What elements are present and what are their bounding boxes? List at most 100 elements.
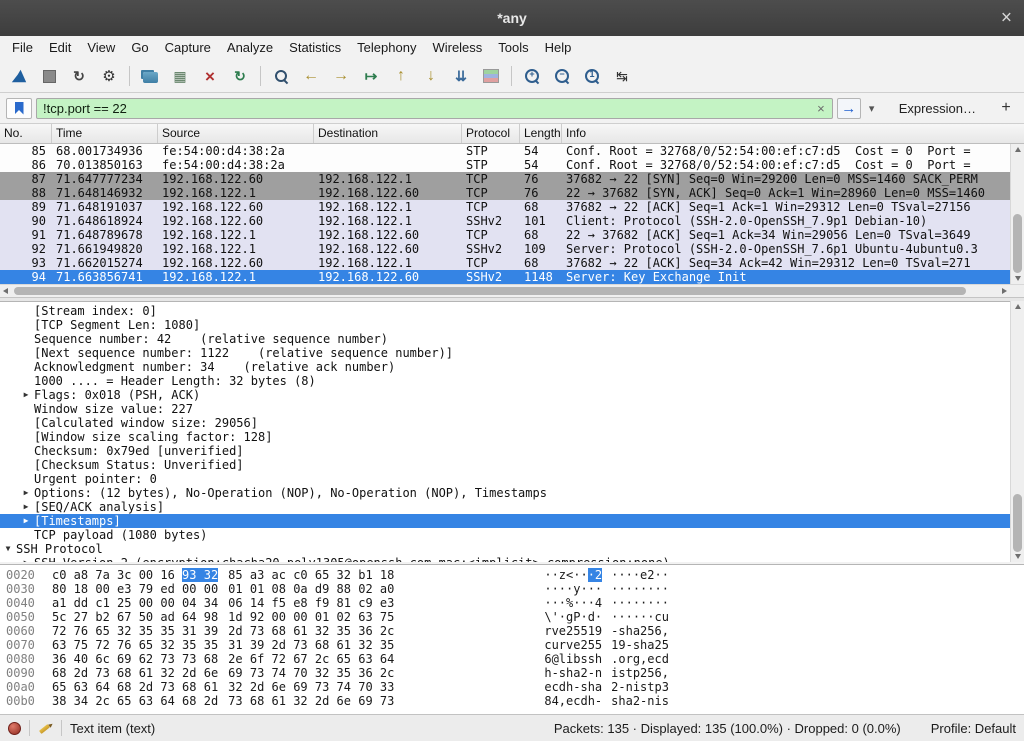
scroll-down-icon[interactable]: [1015, 554, 1021, 559]
zoom-out-button[interactable]: [548, 63, 576, 89]
details-vertical-scrollbar[interactable]: [1010, 301, 1024, 562]
go-to-packet-button[interactable]: [357, 63, 385, 89]
stop-capture-button[interactable]: [35, 63, 63, 89]
go-back-button[interactable]: [297, 63, 325, 89]
detail-line[interactable]: ▶SSH Version 2 (encryption:chacha20-poly…: [0, 556, 1010, 562]
packet-row[interactable]: 8771.647777234192.168.122.60192.168.122.…: [0, 172, 1010, 186]
detail-line[interactable]: ▶[SEQ/ACK analysis]: [0, 500, 1010, 514]
menu-view[interactable]: View: [79, 36, 123, 60]
detail-line[interactable]: Acknowledgment number: 34 (relative ack …: [0, 360, 1010, 374]
detail-line[interactable]: ▶[Timestamps]: [0, 514, 1010, 528]
scrollbar-thumb[interactable]: [1013, 494, 1022, 551]
zoom-in-button[interactable]: [518, 63, 546, 89]
menu-go[interactable]: Go: [123, 36, 156, 60]
menu-file[interactable]: File: [4, 36, 41, 60]
packet-row[interactable]: 9371.662015274192.168.122.60192.168.122.…: [0, 256, 1010, 270]
filter-clear-icon[interactable]: ×: [810, 101, 832, 116]
add-filter-button[interactable]: +: [994, 99, 1018, 117]
detail-line[interactable]: [Stream index: 0]: [0, 304, 1010, 318]
hex-row[interactable]: 00a065 63 64 68 2d 73 68 6132 2d 6e 69 7…: [6, 680, 1024, 694]
find-packet-button[interactable]: [267, 63, 295, 89]
column-header-no[interactable]: No.: [0, 124, 52, 143]
save-file-button[interactable]: [166, 63, 194, 89]
capture-options-button[interactable]: [95, 63, 123, 89]
packet-row[interactable]: 9271.661949820192.168.122.1192.168.122.6…: [0, 242, 1010, 256]
menu-telephony[interactable]: Telephony: [349, 36, 424, 60]
hex-row[interactable]: 0040a1 dd c1 25 00 00 04 3406 14 f5 e8 f…: [6, 596, 1024, 610]
chevron-right-icon[interactable]: ▶: [18, 500, 34, 514]
detail-line[interactable]: Checksum: 0x79ed [unverified]: [0, 444, 1010, 458]
close-icon[interactable]: ×: [1001, 9, 1012, 28]
packet-row[interactable]: 9471.663856741192.168.122.1192.168.122.6…: [0, 270, 1010, 284]
open-file-button[interactable]: [136, 63, 164, 89]
hex-row[interactable]: 0020c0 a8 7a 3c 00 16 93 3285 a3 ac c0 6…: [6, 568, 1024, 582]
detail-line[interactable]: ▶Flags: 0x018 (PSH, ACK): [0, 388, 1010, 402]
scroll-right-icon[interactable]: [1002, 288, 1007, 294]
hex-row[interactable]: 00505c 27 b2 67 50 ad 64 981d 92 00 00 0…: [6, 610, 1024, 624]
detail-line[interactable]: 1000 .... = Header Length: 32 bytes (8): [0, 374, 1010, 388]
detail-line[interactable]: TCP payload (1080 bytes): [0, 528, 1010, 542]
chevron-right-icon[interactable]: ▶: [18, 556, 34, 562]
chevron-right-icon[interactable]: ▶: [18, 514, 34, 528]
go-to-bottom-button[interactable]: [417, 63, 445, 89]
reload-file-button[interactable]: [226, 63, 254, 89]
profile-label[interactable]: Profile: Default: [931, 721, 1016, 736]
menu-help[interactable]: Help: [537, 36, 580, 60]
column-header-length[interactable]: Length: [520, 124, 562, 143]
scrollbar-thumb[interactable]: [1013, 214, 1022, 273]
start-capture-button[interactable]: [5, 63, 33, 89]
expression-button[interactable]: Expression…: [889, 101, 986, 116]
packet-list-vertical-scrollbar[interactable]: [1010, 144, 1024, 284]
packet-row[interactable]: 8971.648191037192.168.122.60192.168.122.…: [0, 200, 1010, 214]
column-header-time[interactable]: Time: [52, 124, 158, 143]
expert-info-icon[interactable]: [8, 722, 21, 735]
chevron-down-icon[interactable]: ▼: [0, 542, 16, 556]
menu-analyze[interactable]: Analyze: [219, 36, 281, 60]
packet-row[interactable]: 9171.648789678192.168.122.1192.168.122.6…: [0, 228, 1010, 242]
packet-list-horizontal-scrollbar[interactable]: [0, 284, 1010, 297]
detail-line[interactable]: [TCP Segment Len: 1080]: [0, 318, 1010, 332]
chevron-right-icon[interactable]: ▶: [18, 486, 34, 500]
detail-line[interactable]: Urgent pointer: 0: [0, 472, 1010, 486]
resize-columns-button[interactable]: [608, 63, 636, 89]
hex-row[interactable]: 003080 18 00 e3 79 ed 00 0001 01 08 0a d…: [6, 582, 1024, 596]
column-header-source[interactable]: Source: [158, 124, 314, 143]
detail-line[interactable]: ▶Options: (12 bytes), No-Operation (NOP)…: [0, 486, 1010, 500]
packet-row[interactable]: 8568.001734936fe:54:00:d4:38:2aSTP54Conf…: [0, 144, 1010, 158]
capture-comment-pencil-icon[interactable]: [38, 721, 53, 736]
menu-statistics[interactable]: Statistics: [281, 36, 349, 60]
column-header-destination[interactable]: Destination: [314, 124, 462, 143]
filter-dropdown-icon[interactable]: ▾: [865, 102, 879, 115]
menu-tools[interactable]: Tools: [490, 36, 536, 60]
column-header-info[interactable]: Info: [562, 124, 1024, 143]
packet-row[interactable]: 8670.013850163fe:54:00:d4:38:2aSTP54Conf…: [0, 158, 1010, 172]
restart-capture-button[interactable]: [65, 63, 93, 89]
scroll-up-icon[interactable]: [1015, 147, 1021, 152]
scroll-up-icon[interactable]: [1015, 304, 1021, 309]
detail-line[interactable]: Sequence number: 42 (relative sequence n…: [0, 332, 1010, 346]
detail-line[interactable]: [Next sequence number: 1122 (relative se…: [0, 346, 1010, 360]
scrollbar-thumb[interactable]: [14, 287, 966, 295]
detail-line[interactable]: [Window size scaling factor: 128]: [0, 430, 1010, 444]
scroll-down-icon[interactable]: [1015, 276, 1021, 281]
filter-bookmark-button[interactable]: [6, 98, 32, 119]
filter-apply-icon[interactable]: →: [837, 98, 861, 119]
chevron-right-icon[interactable]: ▶: [18, 388, 34, 402]
auto-scroll-button[interactable]: [447, 63, 475, 89]
filter-input[interactable]: !tcp.port == 22 ×: [36, 98, 833, 119]
detail-line[interactable]: [Calculated window size: 29056]: [0, 416, 1010, 430]
hex-row[interactable]: 00b038 34 2c 65 63 64 68 2d73 68 61 32 2…: [6, 694, 1024, 708]
menu-capture[interactable]: Capture: [157, 36, 219, 60]
close-file-button[interactable]: [196, 63, 224, 89]
menu-wireless[interactable]: Wireless: [424, 36, 490, 60]
hex-row[interactable]: 006072 76 65 32 35 35 31 392d 73 68 61 3…: [6, 624, 1024, 638]
column-header-protocol[interactable]: Protocol: [462, 124, 520, 143]
detail-line[interactable]: Window size value: 227: [0, 402, 1010, 416]
hex-row[interactable]: 009068 2d 73 68 61 32 2d 6e69 73 74 70 3…: [6, 666, 1024, 680]
zoom-original-button[interactable]: [578, 63, 606, 89]
hex-row[interactable]: 008036 40 6c 69 62 73 73 682e 6f 72 67 2…: [6, 652, 1024, 666]
go-to-top-button[interactable]: [387, 63, 415, 89]
detail-line[interactable]: ▼SSH Protocol: [0, 542, 1010, 556]
go-forward-button[interactable]: [327, 63, 355, 89]
packet-row[interactable]: 9071.648618924192.168.122.60192.168.122.…: [0, 214, 1010, 228]
